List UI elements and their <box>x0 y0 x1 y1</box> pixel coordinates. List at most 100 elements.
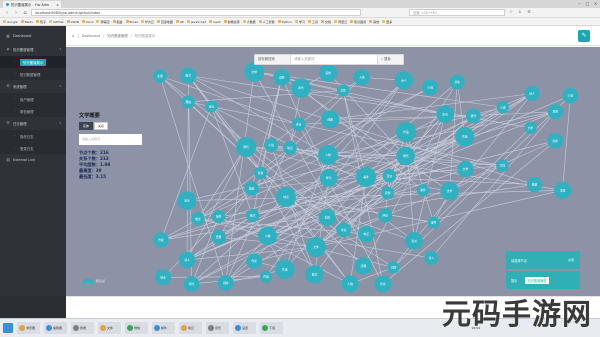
graph-node[interactable]: 经典 <box>354 257 373 275</box>
graph-node[interactable]: 主题 <box>553 181 572 199</box>
tab-relation[interactable]: 关系 <box>94 122 109 130</box>
graph-node[interactable]: 作家 <box>246 253 263 269</box>
graph-node[interactable]: 地点 <box>357 225 375 243</box>
taskbar-app[interactable]: 下载 <box>260 322 283 334</box>
bookmark-item[interactable]: AE <box>175 20 184 24</box>
graph-node[interactable]: 散文 <box>246 208 260 223</box>
graph-node[interactable]: 词牌 <box>217 275 234 291</box>
graph-node[interactable]: 文学 <box>306 237 326 257</box>
graph-node[interactable]: 思想 <box>381 186 395 200</box>
sidebar-item[interactable]: · 登录日志 <box>0 142 66 154</box>
graph-node[interactable]: 诗人 <box>178 251 196 269</box>
bookmark-item[interactable]: 文档 <box>321 20 331 24</box>
graph-node[interactable]: 小说 <box>496 101 509 114</box>
graph-node[interactable]: 作品 <box>259 270 273 283</box>
graph-node[interactable]: 意象 <box>449 74 465 90</box>
bookmark-item[interactable]: JavaScript <box>186 20 206 24</box>
sidebar-item[interactable]: ◈ 知识图谱管理 ▾ <box>0 43 66 55</box>
graph-node[interactable]: 词牌 <box>273 68 291 86</box>
sidebar-item[interactable]: · 操作日志 <box>0 130 66 142</box>
graph-node[interactable]: 文学 <box>457 160 474 178</box>
sidebar-item[interactable]: · 知识数据管理 <box>0 68 66 80</box>
bookmark-item[interactable]: 百度地图 <box>156 20 173 24</box>
graph-node[interactable]: 文学 <box>440 181 459 201</box>
bookmark-item[interactable]: Python <box>277 20 292 24</box>
bookmark-item[interactable]: 知识图谱 <box>350 20 366 24</box>
graph-node[interactable]: 事件 <box>416 184 430 197</box>
graph-node[interactable]: 朝代 <box>396 146 415 166</box>
graph-node[interactable]: 诗人 <box>394 71 414 90</box>
graph-node[interactable]: 文体 <box>336 84 350 97</box>
graph-node[interactable]: 事件 <box>427 216 440 229</box>
graph-node[interactable]: 评论 <box>336 222 351 238</box>
graph-node[interactable]: 事件 <box>212 209 226 224</box>
graph-node[interactable]: 散文 <box>180 67 197 84</box>
toast-close-button[interactable]: 关闭 <box>568 258 574 262</box>
graph-node[interactable]: 年代 <box>319 169 338 187</box>
info-search-input[interactable]: 请输入关键词 <box>79 134 142 145</box>
graph-node[interactable]: 经典 <box>321 110 340 129</box>
bookmark-item[interactable]: 工具 <box>308 20 318 24</box>
sidebar-item[interactable]: · 角色管理 <box>0 105 66 117</box>
graph-node[interactable]: 人物 <box>353 69 371 86</box>
taskbar-app[interactable]: 音乐 <box>206 322 229 334</box>
bookmark-item[interactable]: 前端资源 <box>223 20 240 24</box>
bookmark-item[interactable]: 其他 <box>369 20 379 24</box>
graph-node[interactable]: 思想 <box>319 63 338 82</box>
back-icon[interactable]: ‹ <box>4 10 10 16</box>
taskbar-app[interactable]: 文件 <box>98 322 121 334</box>
graph-node[interactable]: 地点 <box>155 269 172 286</box>
edit-button[interactable]: ✎ <box>578 30 590 42</box>
home-icon[interactable]: ⌂ <box>22 10 28 16</box>
browser-tab[interactable]: 知识图谱展示 - Yiw Adm × <box>3 1 61 8</box>
graph-node[interactable]: 主题 <box>153 69 167 83</box>
bookmark-item[interactable]: 更多 <box>382 20 392 24</box>
bookmark-item[interactable]: 知乎 <box>36 20 46 24</box>
graph-node[interactable]: 文学 <box>524 121 537 134</box>
graph-node[interactable]: 诗人 <box>424 251 439 265</box>
browser-search-input[interactable]: 百度 <Ctrl+K> <box>409 9 505 16</box>
graph-node[interactable]: 事件 <box>356 167 376 187</box>
bookmark-item[interactable]: Baidu <box>20 20 33 24</box>
tab-entity[interactable]: 实体 <box>79 122 94 130</box>
taskbar-app[interactable]: 终端 <box>71 322 94 334</box>
forward-icon[interactable]: › <box>13 10 19 16</box>
close-window-icon[interactable]: × <box>592 1 599 6</box>
bookmark-item[interactable]: 学习 <box>295 20 305 24</box>
graph-node[interactable]: 文体 <box>496 159 509 172</box>
taskbar-app[interactable]: 微信 <box>125 322 148 334</box>
bookmark-item[interactable]: react <box>208 20 221 24</box>
graph-node[interactable]: 思想 <box>547 103 564 120</box>
graph-node[interactable]: 流派 <box>177 191 197 211</box>
bookmark-item[interactable]: CSDN <box>66 20 79 24</box>
graph-node[interactable]: 意象 <box>547 133 563 149</box>
graph-node[interactable]: 朝代 <box>236 137 256 157</box>
sidebar-item[interactable]: · 知识图谱展示 <box>0 56 66 68</box>
menu-icon[interactable]: ≡ <box>526 10 532 16</box>
graph-node[interactable]: 经典 <box>211 229 226 245</box>
breadcrumb-section[interactable]: 知识图谱管理 <box>107 33 127 38</box>
graph-node[interactable]: 词牌 <box>387 261 400 274</box>
graph-node[interactable]: 典故 <box>181 95 195 109</box>
taskbar-app[interactable]: 邮件 <box>152 322 175 334</box>
taskbar-app[interactable]: 设置 <box>233 322 256 334</box>
search-button[interactable]: ⌕ 搜索 <box>377 55 403 64</box>
graph-node[interactable]: 年代 <box>436 105 454 124</box>
graph-node[interactable]: 人物 <box>341 275 359 293</box>
graph-node[interactable]: 年代 <box>291 78 311 98</box>
sidebar-item[interactable]: ☰ 日志管理 ▾ <box>0 117 66 129</box>
graph-node[interactable]: 人物 <box>258 226 277 246</box>
graph-node[interactable]: 小说 <box>264 138 279 153</box>
bookmark-item[interactable]: 人工智能 <box>258 20 275 24</box>
graph-node[interactable]: 主题 <box>318 208 336 226</box>
close-tab-icon[interactable]: × <box>56 3 59 7</box>
graph-node[interactable]: 作品 <box>275 259 295 280</box>
bookmark-item[interactable]: 大数据 <box>242 20 256 24</box>
graph-node[interactable]: 地点 <box>283 140 297 155</box>
graph-node[interactable]: 作品 <box>455 127 475 147</box>
graph-node[interactable]: 小说 <box>562 87 579 104</box>
breadcrumb-root[interactable]: Dashboard <box>82 34 100 38</box>
sidebar-item[interactable]: ▦ Dashboard <box>0 30 66 42</box>
bookmark-item[interactable]: GitHub <box>49 20 64 24</box>
bookmark-item[interactable]: 掘金 <box>112 20 123 24</box>
